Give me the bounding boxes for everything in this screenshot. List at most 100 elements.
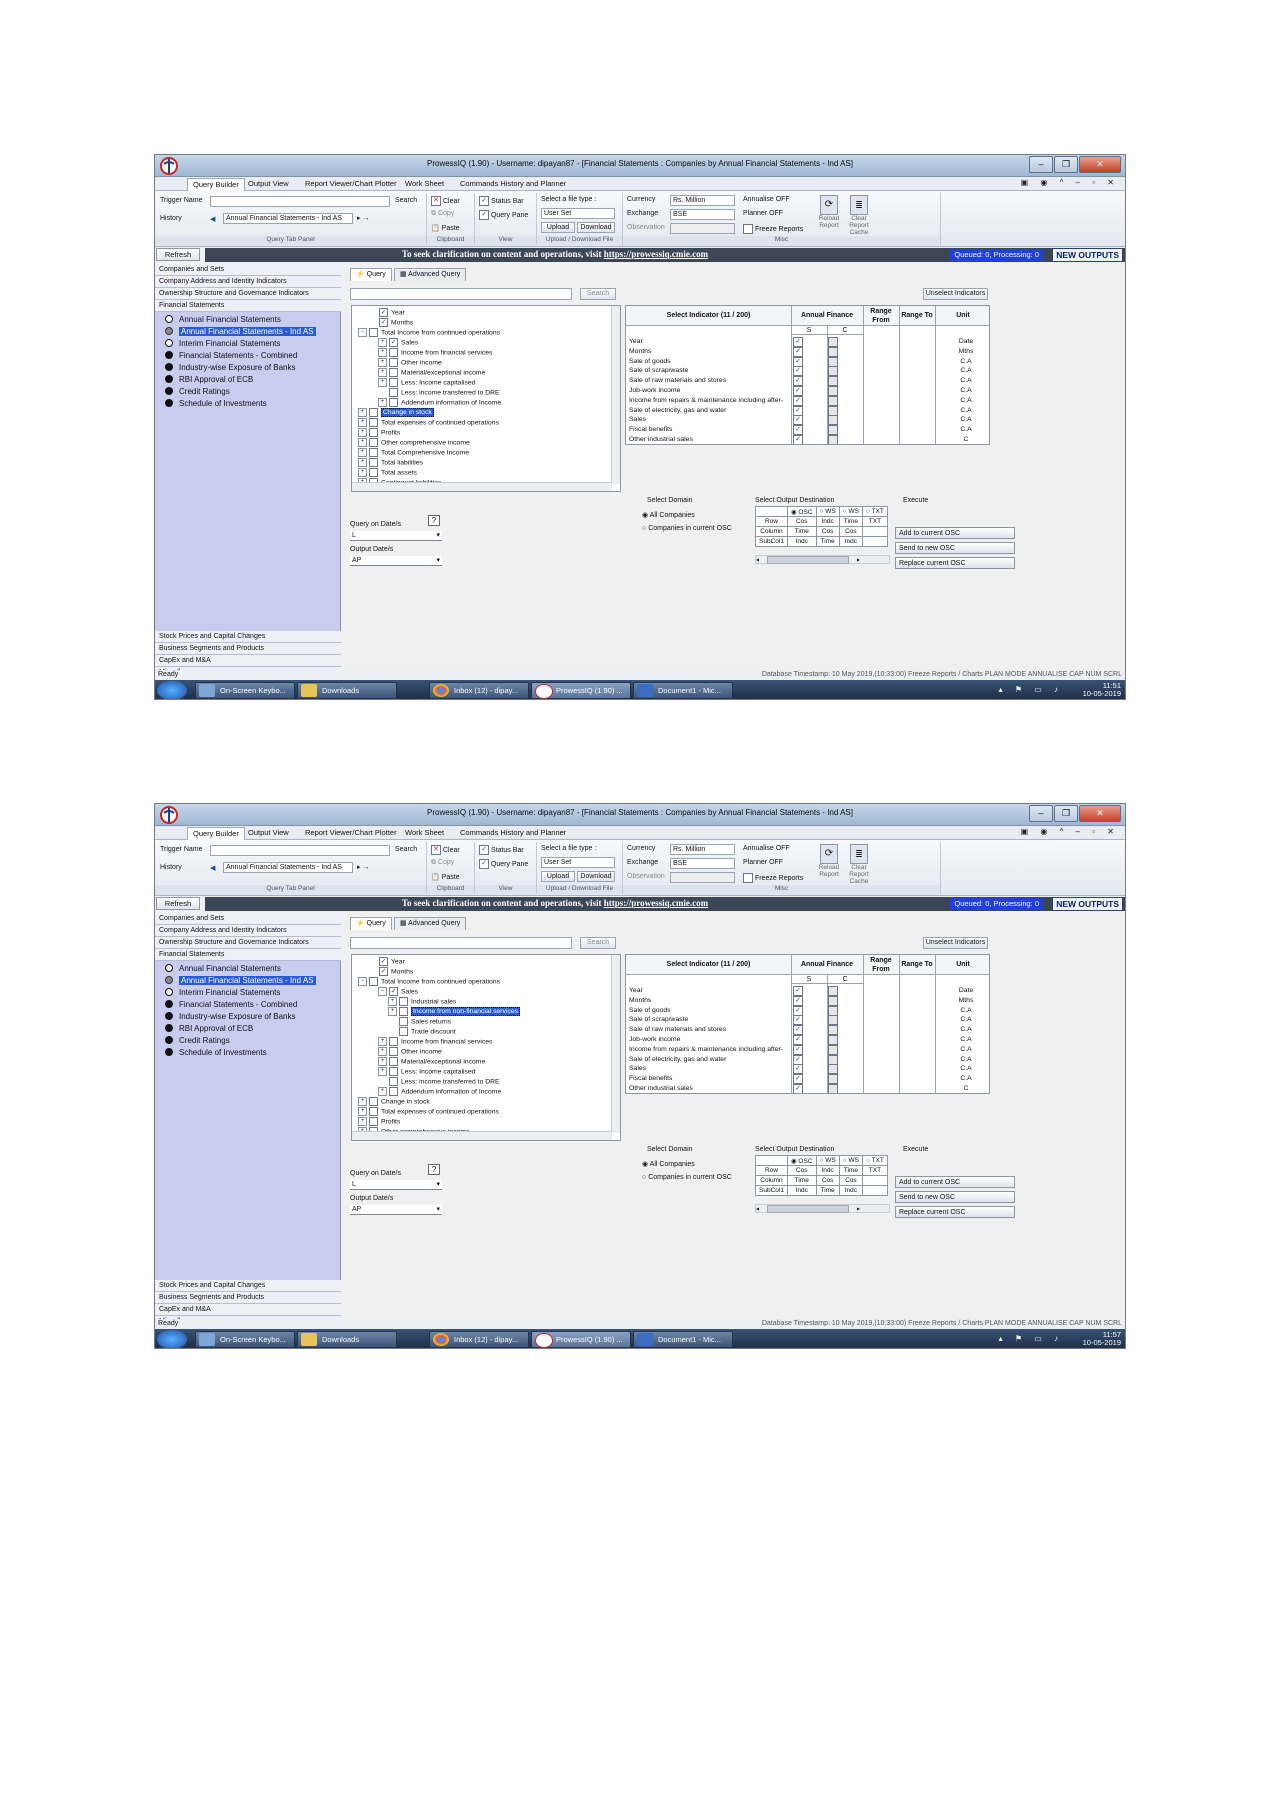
banner-link[interactable]: https://prowessiq.cmie.com <box>604 249 708 259</box>
minimize-icon[interactable]: – <box>1029 156 1053 173</box>
consolidated-checkbox[interactable] <box>828 425 838 436</box>
forward-arrow-icon[interactable]: ▸ → <box>357 863 369 871</box>
standalone-checkbox[interactable]: ✓ <box>793 415 803 426</box>
query-date-select[interactable]: L ▾ <box>350 531 442 541</box>
consolidated-checkbox[interactable] <box>828 1074 838 1085</box>
tree-item[interactable]: + Total assets <box>358 468 417 478</box>
tree-item-checkbox[interactable] <box>399 1017 408 1026</box>
indicator-row[interactable]: Sale of scrap/waste ✓ C.A <box>626 1015 989 1026</box>
tree-item-checkbox[interactable] <box>369 977 378 986</box>
nav-header-stock-prices[interactable]: Stock Prices and Capital Changes <box>155 1280 341 1292</box>
annualise-toggle[interactable]: Annualise OFF <box>743 196 790 203</box>
indicator-search-button[interactable]: Search <box>580 937 616 949</box>
back-arrow-icon[interactable]: ◀ <box>210 215 215 223</box>
indicator-row[interactable]: Sale of raw materials and stores ✓ C.A <box>626 376 989 387</box>
taskbar-downloads[interactable]: Downloads <box>297 682 397 699</box>
currency-select[interactable]: Rs. Million <box>670 195 735 206</box>
close-icon[interactable]: ✕ <box>1079 156 1121 173</box>
system-tray-icons[interactable]: ▴ ⚑ ▭ ♪ <box>999 685 1063 694</box>
indicator-row[interactable]: Other industrial sales ✓ C <box>626 435 989 444</box>
observation-select[interactable] <box>670 223 735 234</box>
ribbon-window-controls[interactable]: ▣ ◉ ^ – ▫ ✕ <box>1021 827 1119 836</box>
copy-button[interactable]: ⧉ Copy <box>431 859 454 867</box>
expand-icon[interactable]: + <box>358 448 367 457</box>
nav-item-credit-ratings[interactable]: Credit Ratings <box>165 1035 230 1047</box>
consolidated-checkbox[interactable] <box>828 435 838 444</box>
tree-item-checkbox[interactable]: ✓ <box>389 987 398 996</box>
expand-icon[interactable]: + <box>388 1007 397 1016</box>
restore-icon[interactable]: ❐ <box>1054 805 1078 822</box>
standalone-checkbox[interactable]: ✓ <box>793 1015 803 1026</box>
osc-cell[interactable] <box>861 1175 888 1186</box>
tab-query[interactable]: ⚡ Query <box>350 917 392 930</box>
forward-arrow-icon[interactable]: ▸ → <box>357 214 369 222</box>
indicator-row[interactable]: Sale of electricity, gas and water ✓ C.A <box>626 1054 989 1065</box>
txt-option[interactable]: ○ TXT <box>861 506 888 517</box>
tree-item[interactable]: + Income from financial services <box>378 348 492 358</box>
tab-advanced-query[interactable]: ▦ Advanced Query <box>393 917 467 930</box>
unselect-indicators-button[interactable]: Unselect Indicators <box>923 288 988 300</box>
expand-icon[interactable]: + <box>358 428 367 437</box>
system-clock[interactable]: 11:57 10-05-2019 <box>1083 1331 1121 1347</box>
indicator-search-input[interactable] <box>350 937 572 949</box>
expand-icon[interactable]: + <box>378 1067 387 1076</box>
expand-icon[interactable]: + <box>378 1047 387 1056</box>
tree-item-checkbox[interactable] <box>399 1027 408 1036</box>
nav-item-interim-financial-statements[interactable]: Interim Financial Statements <box>165 338 280 350</box>
consolidated-checkbox[interactable] <box>828 386 838 396</box>
tab-output-view[interactable]: Output View <box>243 178 294 191</box>
companies-in-current-osc-radio[interactable]: ○ Companies in current OSC <box>642 525 732 532</box>
tab-query[interactable]: ⚡ Query <box>350 268 392 281</box>
nav-header-business-segments[interactable]: Business Segments and Products <box>155 1292 341 1304</box>
freeze-reports-toggle[interactable]: Freeze Reports <box>743 224 803 234</box>
tree-item-checkbox[interactable] <box>369 1117 378 1126</box>
standalone-checkbox[interactable]: ✓ <box>793 386 803 396</box>
expand-icon[interactable]: + <box>358 1097 367 1106</box>
osc-cell[interactable]: Cos <box>786 1165 817 1176</box>
osc-cell[interactable]: Indc <box>786 1185 817 1196</box>
expand-icon[interactable]: + <box>378 1037 387 1046</box>
tree-item[interactable]: − ✓ Sales <box>378 987 418 997</box>
tab-advanced-query[interactable]: ▦ Advanced Query <box>393 268 467 281</box>
standalone-checkbox[interactable]: ✓ <box>793 395 803 406</box>
tab-report-viewer[interactable]: Report Viewer/Chart Plotter <box>300 827 402 840</box>
tab-work-sheet[interactable]: Work Sheet <box>400 827 449 840</box>
query-date-select[interactable]: L ▾ <box>350 1180 442 1190</box>
exchange-select[interactable]: BSE <box>670 209 735 220</box>
tree-item-checkbox[interactable] <box>389 1067 398 1076</box>
tree-item[interactable]: − Total Income from continued operations <box>358 328 500 338</box>
tree-item-checkbox[interactable] <box>369 448 378 457</box>
add-to-current-osc-button[interactable]: Add to current OSC <box>895 1176 1015 1188</box>
tree-item[interactable]: ✓ Year <box>368 308 405 318</box>
tree-item[interactable]: + Addendum information of Income <box>378 398 501 408</box>
osc-cell[interactable]: Cos <box>815 1175 840 1186</box>
tree-item[interactable]: Less: income transferred to DRE <box>378 1077 500 1087</box>
start-button-icon[interactable] <box>157 1330 187 1348</box>
tree-horizontal-scrollbar[interactable] <box>352 1131 612 1140</box>
osc-cell[interactable]: Cos <box>838 1175 863 1186</box>
tree-item-checkbox[interactable] <box>389 378 398 387</box>
standalone-checkbox[interactable]: ✓ <box>793 1044 803 1055</box>
tree-item-checkbox[interactable] <box>369 328 378 337</box>
consolidated-checkbox[interactable] <box>828 1064 838 1075</box>
osc-option[interactable]: ◉ OSC <box>786 1155 817 1166</box>
tree-item[interactable]: − Total Income from continued operations <box>358 977 500 987</box>
send-to-new-osc-button[interactable]: Send to new OSC <box>895 1191 1015 1203</box>
standalone-checkbox[interactable]: ✓ <box>793 356 803 367</box>
reload-report-button[interactable]: ⟳ Reload Report <box>817 844 841 878</box>
upload-button[interactable]: Upload <box>541 222 575 233</box>
download-button[interactable]: Download <box>577 871 615 882</box>
status-bar-toggle[interactable]: ✓ Status Bar <box>479 196 524 206</box>
expand-icon[interactable]: + <box>358 418 367 427</box>
app-logo-icon[interactable] <box>158 805 182 825</box>
tree-item[interactable]: + Other income <box>378 1047 442 1057</box>
expand-icon[interactable]: + <box>378 348 387 357</box>
osc-cell[interactable]: Time <box>838 516 863 527</box>
standalone-checkbox[interactable]: ✓ <box>793 1054 803 1065</box>
tree-item[interactable]: + Income from non-financial services <box>388 1007 521 1017</box>
osc-cell[interactable] <box>861 1185 888 1196</box>
expand-icon[interactable]: + <box>358 468 367 477</box>
nav-header-company-address[interactable]: Company Address and Identity Indicators <box>155 925 341 937</box>
expand-icon[interactable]: + <box>378 338 387 347</box>
nav-item-credit-ratings[interactable]: Credit Ratings <box>165 386 230 398</box>
